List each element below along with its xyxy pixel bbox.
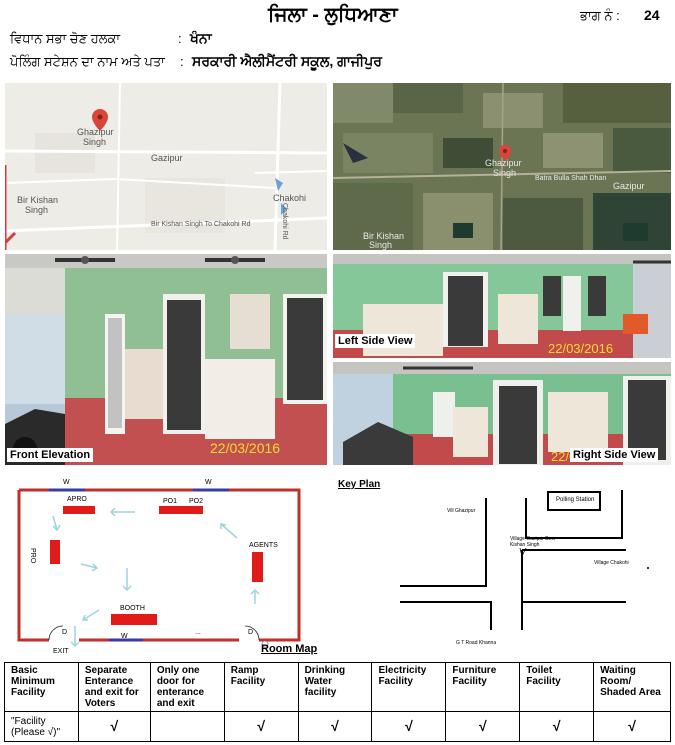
left-side-view-date: 22/03/2016: [548, 341, 614, 356]
front-elevation-graphic: [5, 254, 327, 465]
polling-station-value: ਸਰਕਾਰੀ ਐਲੀਮੈਂਟਰੀ ਸਕੂਲ, ਗਾਜੀਪੁਰ: [192, 53, 382, 69]
tick-one-door: [149, 711, 225, 742]
room-dots: ...: [195, 629, 201, 636]
agents-table: [252, 552, 263, 582]
tick-electricity: √: [371, 711, 447, 742]
map-label-chakohi: Chakohi: [273, 193, 307, 203]
left-side-view-photo: Left Side View 22/03/2016: [333, 254, 671, 358]
facilities-tick-row: "Facility (Please √)" √ √ √ √ √ √ √: [4, 711, 671, 742]
room-map-graphic: [17, 488, 301, 648]
front-elevation-label: Front Elevation: [7, 448, 94, 462]
header-waiting-room: Waiting Room/Shaded Area: [593, 662, 671, 712]
booth-label: BOOTH: [120, 605, 145, 612]
gt-road-label: G T Road Khanna: [456, 640, 497, 646]
door-right-label: D: [248, 629, 254, 636]
key-plan-graphic: [400, 490, 649, 630]
village-gazipur-beer-label-2: Kishan Singh: [510, 542, 540, 548]
header-drinking-water: Drinking Water facility: [297, 662, 373, 712]
room-window-label-3: W: [121, 633, 128, 640]
sat-label-batra: Batra Bulla Shah Dhan: [535, 175, 607, 182]
front-elevation-photo: Front Elevation 22/03/2016: [5, 254, 327, 465]
po2-label: PO2: [189, 498, 204, 505]
room-map: W W W APRO PO1 PO2 PRO AGENTS BOOTH D D …: [5, 478, 330, 660]
front-elevation-date: 22/03/2016: [210, 440, 281, 456]
sat-label-ghazipur-1: Ghazipur: [485, 158, 522, 168]
tick-drinking-water: √: [297, 711, 373, 742]
door-left: [48, 625, 64, 641]
apro-table: [63, 506, 95, 514]
tick-waiting-room: √: [593, 711, 671, 742]
sat-label-bir-2: Singh: [369, 240, 393, 250]
vill-ghazipur-label: Vill Ghazipur: [447, 508, 476, 514]
header-electricity: Electricity Facility: [371, 662, 447, 712]
facilities-table: Basic Minimum Facility Separate Enterance an…: [4, 662, 671, 742]
part-number-label: ਭਾਗ ਨੰ :: [580, 8, 620, 23]
key-plan-title: Key Plan: [338, 479, 381, 490]
header-toilet: Toilet Facility: [519, 662, 595, 712]
map-label-bir-kishan-2: Singh: [25, 205, 49, 215]
constituency-colon: :: [178, 31, 182, 46]
tick-ramp: √: [223, 711, 299, 742]
constituency-label: ਵਿਧਾਨ ਸਭਾ ਚੋਣ ਹਲਕਾ: [10, 31, 121, 46]
room-wall: [17, 490, 49, 642]
pro-table: [50, 540, 60, 564]
polling-station-colon: :: [180, 54, 184, 69]
po1-label: PO1: [163, 498, 178, 505]
road-map: Ghazipur Singh Gazipur Chakohi Bir Kisha…: [5, 83, 327, 250]
part-number-value: 24: [644, 7, 660, 23]
satellite-map: Ghazipur Singh Batra Bulla Shah Dhan Gaz…: [333, 83, 671, 250]
constituency-value: ਖੰਨਾ: [190, 30, 212, 46]
key-plan: Key Plan Polling Station Vill Ghazipur V…: [336, 478, 670, 660]
tick-toilet: √: [519, 711, 595, 742]
header-separate-entrance: Separate Enterance and exit for Voters: [77, 662, 151, 712]
booth: [111, 614, 157, 625]
sat-label-ghazipur-2: Singh: [493, 168, 517, 178]
right-side-view-label: Right Side View: [570, 448, 659, 462]
header-one-door: Only one door for enterance and exit: [149, 662, 225, 712]
polling-station-label: ਪੋਲਿੰਗ ਸਟੇਸ਼ਨ ਦਾ ਨਾਮ ਅਤੇ ਪਤਾ: [10, 54, 165, 69]
flow-arrows: [52, 507, 260, 648]
room-map-title: Room Map: [261, 643, 318, 655]
map-label-road: Bir Kishan Singh To Chakohi Rd: [151, 221, 251, 228]
village-chakohi-label: Village Chakohi: [594, 560, 629, 566]
po-table: [159, 506, 203, 514]
header-ramp: Ramp Facility: [223, 662, 299, 712]
room-window-label-2: W: [205, 479, 212, 486]
room-window-label-1: W: [63, 479, 70, 486]
map-label-bir-kishan-1: Bir Kishan: [17, 195, 59, 205]
facilities-header-row: Basic Minimum Facility Separate Enterance an…: [4, 662, 671, 712]
right-side-view-photo: 22/03/2016 Right Side View: [333, 362, 671, 465]
map-label-gazipur: Gazipur: [151, 153, 183, 163]
map-label-ghazipur-2: Singh: [83, 137, 107, 147]
facility-row-label: "Facility (Please √)": [4, 711, 79, 742]
apro-label: APRO: [67, 496, 87, 503]
sat-label-gazipur: Gazipur: [613, 181, 645, 191]
tick-furniture: √: [445, 711, 521, 742]
left-side-view-label: Left Side View: [335, 334, 416, 348]
polling-station-label: Polling Station: [556, 497, 595, 503]
header-furniture: Furniture Facility: [445, 662, 521, 712]
tick-separate-entrance: √: [77, 711, 151, 742]
pro-label: PRO: [29, 548, 36, 564]
map-label-road-vertical: Chakohi Rd: [281, 203, 288, 240]
district-title: ਜਿਲਾ - ਲੁਧਿਆਣਾ: [268, 4, 398, 26]
header-basic-facility: Basic Minimum Facility: [4, 662, 79, 712]
map-label-ghazipur-1: Ghazipur: [77, 127, 114, 137]
door-left-label: D: [62, 629, 68, 636]
exit-label: EXIT: [53, 648, 69, 655]
agents-label: AGENTS: [249, 542, 278, 549]
